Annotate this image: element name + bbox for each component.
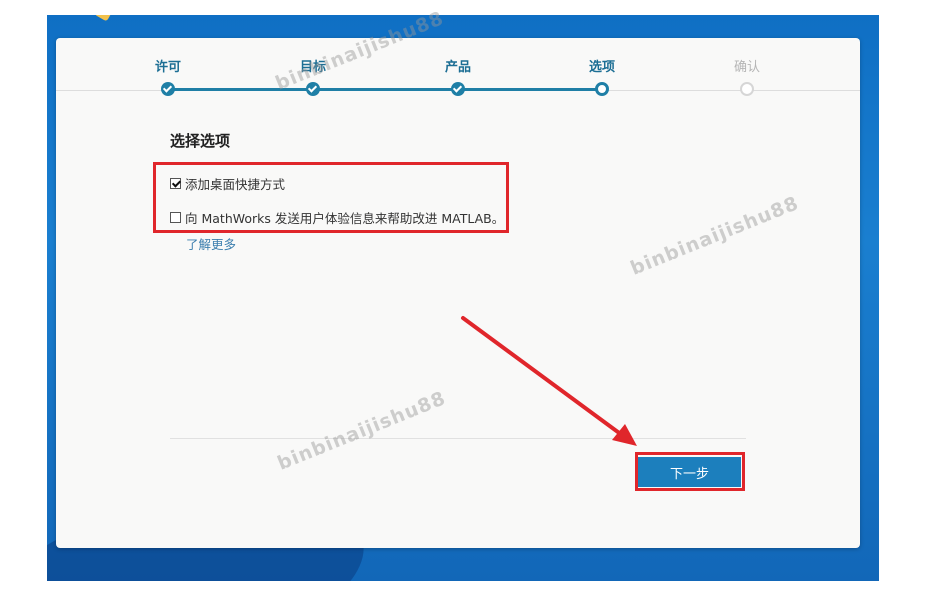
annotation-arrow-icon xyxy=(461,316,637,446)
